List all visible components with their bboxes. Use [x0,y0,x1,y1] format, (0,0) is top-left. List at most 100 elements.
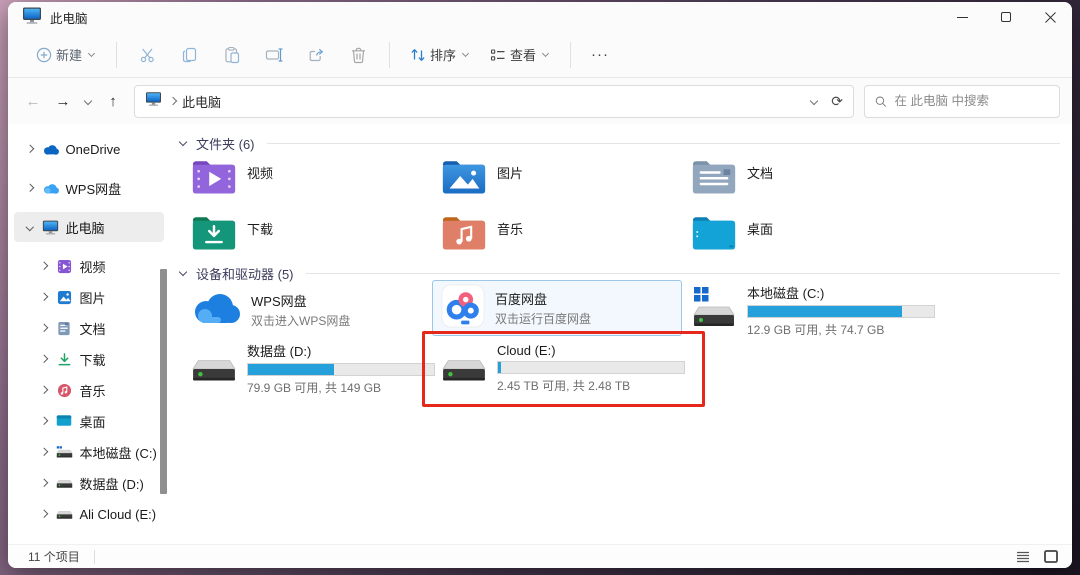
folder-tile-music[interactable]: 音乐 [432,208,682,260]
paste-button[interactable] [211,38,253,72]
this-pc-icon [145,91,162,111]
sort-button[interactable]: 排序 [400,40,480,69]
downloads-icon [56,351,73,368]
scrollbar-thumb[interactable] [160,269,167,494]
search-box[interactable] [864,84,1060,118]
chevron-right-icon[interactable] [39,293,48,301]
capacity-bar-fill [748,305,903,317]
window-title: 此电脑 [50,11,88,26]
up-button[interactable]: ↑ [98,86,128,116]
chevron-down-icon[interactable] [178,137,188,147]
drive-subtitle: 双击运行百度网盘 [495,312,592,326]
new-button[interactable]: 新建 [26,40,106,69]
chevron-right-icon[interactable] [39,448,48,456]
drive-name: 本地磁盘 (C:) [747,285,825,301]
view-icon [490,48,505,61]
chevron-right-icon[interactable] [39,479,48,487]
share-button[interactable] [295,38,337,72]
chevron-right-icon[interactable] [39,324,48,332]
sidebar-scrollbar[interactable] [159,144,168,534]
plus-circle-icon [36,47,52,62]
titlebar: 此电脑 [8,2,1072,32]
chevron-right-icon[interactable] [39,510,48,518]
large-icons-view-button[interactable] [1040,547,1062,566]
capacity-bar [747,304,935,318]
videos-icon [56,258,73,275]
music-icon [56,382,73,399]
section-divider [266,143,1060,144]
breadcrumb[interactable]: 此电脑 [182,92,221,111]
drive-icon [56,475,73,492]
large-icons-view-icon [1044,550,1058,563]
sidebar-item-pictures[interactable]: 图片 [14,282,164,312]
chevron-down-icon[interactable] [178,267,188,277]
chevron-right-icon[interactable] [39,417,48,425]
more-options-button[interactable]: ··· [581,46,619,63]
sidebar-item-documents[interactable]: 文档 [14,313,164,343]
search-icon [875,95,887,107]
folder-tile-documents[interactable]: 文档 [682,152,932,204]
folder-tile-downloads[interactable]: 下载 [182,208,432,260]
sidebar-item-desktop[interactable]: 桌面 [14,406,164,436]
folder-tile-pictures[interactable]: 图片 [432,152,682,204]
section-title: 文件夹 (6) [196,137,255,152]
chevron-down-icon [542,49,550,58]
copy-button[interactable] [169,38,211,72]
cut-button[interactable] [127,38,169,72]
sidebar-item-data-disk-d[interactable]: 数据盘 (D:) [14,468,164,498]
drive-icon [56,506,73,523]
capacity-bar [247,362,435,376]
drive-name: 百度网盘 [495,292,548,307]
delete-button[interactable] [337,38,379,72]
chevron-right-icon[interactable] [39,355,48,363]
status-divider [93,549,95,564]
folder-tile-desktop[interactable]: 桌面 [682,208,932,260]
folder-tile-videos[interactable]: 视频 [182,152,432,204]
wps-netdisk-icon [191,290,241,331]
sidebar-item-onedrive[interactable]: OneDrive [14,134,164,164]
sidebar-item-local-disk-c[interactable]: 本地磁盘 (C:) [14,437,164,467]
address-row: ← → ↑ 此电脑 ⟳ [8,78,1072,124]
drive-tile-local-c[interactable]: 本地磁盘 (C:) 12.9 GB 可用, 共 74.7 GB [682,282,935,338]
recent-locations-button[interactable] [78,86,98,116]
file-explorer-window: 此电脑 新建 排序 查看 ··· ← → ↑ 此电脑 ⟳ 在 此电脑 中搜索 O… [8,2,1072,568]
drive-tile-wps[interactable]: WPS网盘 双击进入WPS网盘 [182,282,432,338]
desktop-folder-icon [691,212,737,257]
drive-tile-baidu[interactable]: 百度网盘 双击运行百度网盘 [432,280,682,336]
address-dropdown-icon[interactable] [810,96,819,106]
chevron-right-icon[interactable] [39,386,48,394]
sidebar-item-ali-cloud-e[interactable]: Ali Cloud (E:) [14,499,164,529]
back-button[interactable]: ← [18,86,48,116]
system-drive-icon [56,444,73,461]
documents-icon [56,320,73,337]
sidebar-item-downloads[interactable]: 下载 [14,344,164,374]
rename-button[interactable] [253,38,295,72]
chevron-down-icon [461,49,470,58]
chevron-down-icon[interactable] [25,223,34,231]
maximize-button[interactable] [984,2,1028,32]
trash-icon [351,47,365,63]
close-button[interactable] [1028,2,1072,32]
sort-label: 排序 [430,48,457,63]
sidebar-item-this-pc[interactable]: 此电脑 [14,212,164,242]
sidebar-item-music[interactable]: 音乐 [14,375,164,405]
chevron-right-icon[interactable] [25,145,34,153]
navigation-pane: OneDrive WPS网盘 此电脑 视频 图片 文档 下载 音乐 桌面 本地磁… [8,124,170,544]
wps-cloud-icon [42,180,59,197]
breadcrumb-chevron-icon [168,96,178,106]
refresh-icon[interactable]: ⟳ [831,93,843,110]
forward-button[interactable]: → [48,86,78,116]
minimize-button[interactable] [940,2,984,32]
view-button[interactable]: 查看 [480,40,560,69]
folders-section-header[interactable]: 文件夹 (6) [178,134,1060,153]
copy-icon [182,47,197,62]
details-view-button[interactable] [1012,547,1034,566]
chevron-right-icon[interactable] [39,262,48,270]
drive-tile-data-d[interactable]: 数据盘 (D:) 79.9 GB 可用, 共 149 GB [182,340,435,396]
sidebar-item-wps-cloud[interactable]: WPS网盘 [14,173,164,203]
address-bar[interactable]: 此电脑 ⟳ [134,84,854,118]
search-input[interactable] [894,94,1049,108]
sidebar-item-videos[interactable]: 视频 [14,251,164,281]
share-icon [309,48,324,61]
chevron-right-icon[interactable] [25,184,34,192]
